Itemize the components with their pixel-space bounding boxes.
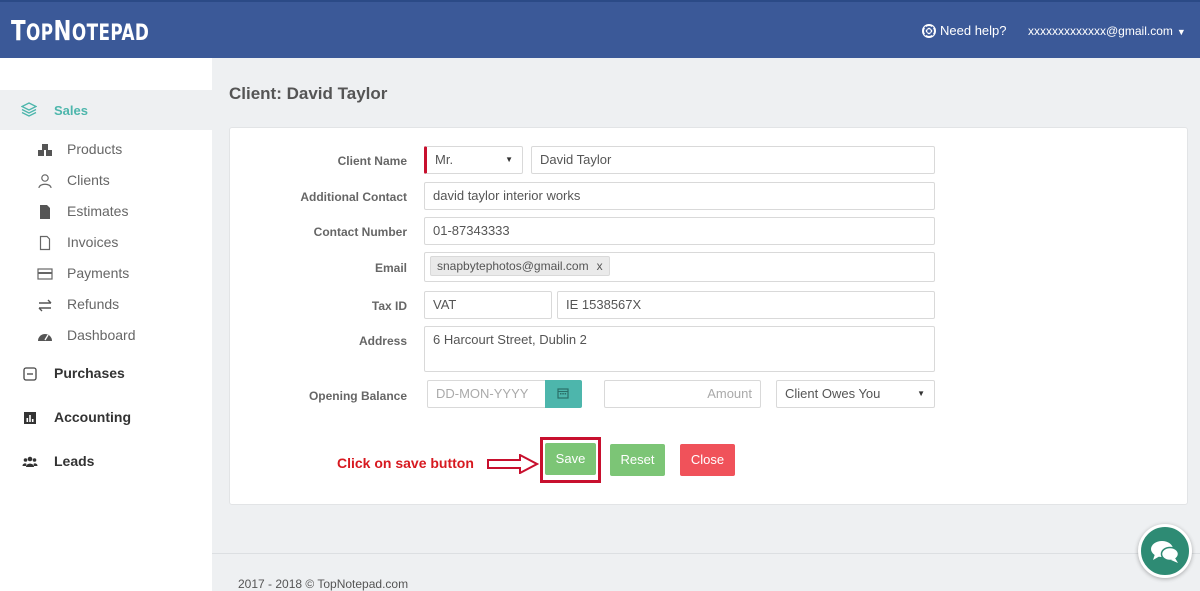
sidebar-item-label: Dashboard [67, 327, 136, 343]
email-tag-text: snapbytephotos@gmail.com [437, 259, 589, 273]
need-help-link[interactable]: Need help? [922, 23, 1007, 38]
file-outline-icon [39, 235, 51, 251]
sidebar-item-label: Leads [54, 453, 95, 469]
additional-contact-label: Additional Contact [300, 190, 407, 204]
salutation-select[interactable]: Mr. ▼ [424, 146, 523, 174]
sidebar-item-payments[interactable]: Payments [0, 262, 212, 286]
balance-direction-select[interactable]: Client Owes You ▼ [776, 380, 935, 408]
caret-down-icon: ▼ [1176, 27, 1186, 37]
sidebar-item-leads[interactable]: Leads [0, 449, 212, 475]
app-logo[interactable]: TOPNOTEPAD [11, 14, 149, 47]
credit-card-icon [37, 268, 53, 280]
sidebar-item-refunds[interactable]: Refunds [0, 293, 212, 317]
close-button[interactable]: Close [680, 444, 735, 476]
address-label: Address [358, 334, 407, 348]
email-label: Email [374, 261, 407, 275]
sidebar-item-sales[interactable]: Sales [0, 90, 212, 130]
user-menu[interactable]: xxxxxxxxxxxxx@gmail.com ▼ [1028, 24, 1186, 38]
sidebar-item-label: Estimates [67, 203, 129, 219]
contact-number-input[interactable]: 01-87343333 [424, 217, 935, 245]
chat-widget-button[interactable] [1138, 524, 1192, 578]
caret-down-icon: ▼ [505, 155, 513, 164]
sidebar-item-label: Purchases [54, 365, 125, 381]
opening-balance-label: Opening Balance [308, 389, 407, 403]
balance-direction-value: Client Owes You [785, 386, 881, 401]
client-name-input[interactable]: David Taylor [531, 146, 935, 174]
sidebar-item-label: Invoices [67, 234, 119, 250]
file-icon [40, 205, 50, 219]
contact-number-label: Contact Number [313, 225, 407, 239]
layers-icon [21, 102, 37, 117]
salutation-value: Mr. [435, 152, 454, 167]
remove-tag-icon[interactable]: x [597, 259, 603, 273]
sidebar-item-purchases[interactable]: Purchases [0, 361, 212, 387]
users-icon [22, 456, 38, 467]
address-textarea[interactable]: 6 Harcourt Street, Dublin 2 [424, 326, 935, 372]
sidebar-item-label: Clients [67, 172, 110, 188]
footer-copyright: 2017 - 2018 © TopNotepad.com [238, 577, 409, 591]
calendar-button[interactable] [545, 380, 582, 408]
annotation-text: Click on save button [337, 455, 474, 471]
chat-bubbles-icon [1151, 541, 1180, 563]
exchange-icon [38, 299, 52, 312]
sidebar-item-estimates[interactable]: Estimates [0, 200, 212, 224]
email-tag: snapbytephotos@gmail.com x [430, 256, 610, 276]
opening-date-input[interactable]: DD-MON-YYYY [427, 380, 547, 408]
footer-divider [212, 553, 1200, 554]
reset-button[interactable]: Reset [610, 444, 665, 476]
page-title: Client: David Taylor [229, 84, 388, 103]
caret-down-icon: ▼ [917, 389, 925, 398]
user-outline-icon [38, 174, 52, 189]
amount-input[interactable]: Amount [604, 380, 761, 408]
tachometer-icon [38, 334, 52, 341]
email-tags-input[interactable]: snapbytephotos@gmail.com x [424, 252, 935, 282]
sidebar-item-accounting[interactable]: Accounting [0, 405, 212, 431]
sidebar-item-label: Accounting [54, 409, 131, 425]
top-navbar: TOPNOTEPAD Need help? xxxxxxxxxxxxx@gmai… [0, 0, 1200, 58]
date-placeholder: DD-MON-YYYY [436, 386, 529, 401]
tax-id-label: Tax ID [371, 299, 407, 313]
cubes-icon [38, 144, 52, 156]
sidebar-item-products[interactable]: Products [0, 138, 212, 162]
sidebar-item-invoices[interactable]: Invoices [0, 231, 212, 255]
amount-placeholder: Amount [707, 386, 752, 401]
arrow-right-icon [487, 454, 539, 474]
user-email: xxxxxxxxxxxxx@gmail.com [1028, 24, 1173, 38]
additional-contact-input[interactable]: david taylor interior works [424, 182, 935, 210]
bar-chart-icon [24, 412, 36, 424]
instruction-annotation: Click on save button [337, 455, 474, 471]
save-button[interactable]: Save [545, 443, 596, 475]
sidebar-item-label: Refunds [67, 296, 120, 312]
minus-square-icon [23, 367, 37, 381]
sidebar: Sales Products Clients Estimates Invoice… [0, 58, 212, 591]
tax-number-input[interactable]: IE 1538567X [557, 291, 935, 319]
sidebar-item-clients[interactable]: Clients [0, 169, 212, 193]
sidebar-item-label: Payments [67, 265, 130, 281]
sidebar-item-dashboard[interactable]: Dashboard [0, 324, 212, 348]
need-help-label: Need help? [940, 23, 1007, 38]
calendar-icon [557, 388, 569, 399]
lifebuoy-icon [922, 23, 936, 38]
sidebar-item-label: Sales [54, 103, 88, 118]
sidebar-item-label: Products [67, 141, 123, 157]
tax-type-input[interactable]: VAT [424, 291, 552, 319]
client-name-label: Client Name [337, 154, 407, 168]
